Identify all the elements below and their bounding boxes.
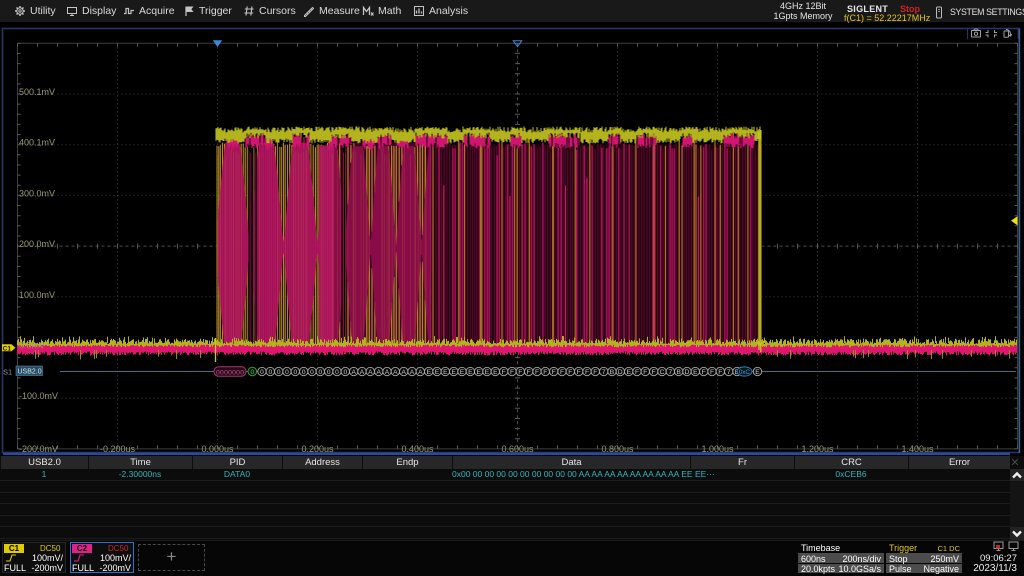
svg-text:F: F [718,369,722,376]
svg-text:0: 0 [327,369,331,376]
svg-text:A: A [393,369,398,376]
svg-text:E: E [626,369,631,376]
svg-text:0.600us: 0.600us [501,444,534,454]
svg-text:F: F [702,369,706,376]
svg-text:E: E [468,369,473,376]
svg-text:D: D [685,369,690,376]
svg-text:0000000: 0000000 [216,369,244,376]
svg-text:USB2.0: USB2.0 [18,369,42,376]
svg-text:F: F [560,369,564,376]
svg-text:F: F [652,369,656,376]
svg-text:0: 0 [268,369,272,376]
svg-text:A: A [360,369,365,376]
svg-text:7: 7 [727,369,731,376]
svg-text:C1: C1 [3,345,12,352]
svg-text:A: A [401,369,406,376]
svg-text:F: F [585,369,589,376]
svg-text:500.1mV: 500.1mV [19,87,55,97]
svg-text:200.0mV: 200.0mV [19,239,55,249]
svg-text:F: F [543,369,547,376]
svg-text:0.800us: 0.800us [601,444,634,454]
svg-text:0: 0 [250,369,254,376]
svg-text:E: E [443,369,448,376]
svg-text:E: E [435,369,440,376]
svg-text:A: A [418,369,423,376]
svg-text:400.1mV: 400.1mV [19,138,55,148]
svg-text:-200.0mV: -200.0mV [19,444,58,454]
svg-text:E: E [426,369,431,376]
svg-text:C: C [660,369,665,376]
svg-text:F: F [518,369,522,376]
svg-text:E: E [693,369,698,376]
svg-text:0.200us: 0.200us [301,444,334,454]
svg-text:A: A [351,369,356,376]
svg-text:0: 0 [293,369,297,376]
svg-text:0: 0 [335,369,339,376]
svg-text:0.400us: 0.400us [401,444,434,454]
svg-text:E: E [476,369,481,376]
svg-text:0xC: 0xC [739,369,751,376]
svg-text:E: E [485,369,490,376]
svg-text:F: F [643,369,647,376]
svg-text:0: 0 [302,369,306,376]
svg-text:E: E [493,369,498,376]
svg-text:F: F [577,369,581,376]
svg-text:0: 0 [260,369,264,376]
svg-text:A: A [376,369,381,376]
svg-text:A: A [368,369,373,376]
svg-text:B: B [676,369,681,376]
svg-text:0: 0 [285,369,289,376]
svg-text:B: B [610,369,615,376]
svg-text:F: F [552,369,556,376]
svg-text:1.400us: 1.400us [901,444,934,454]
svg-text:300.0mV: 300.0mV [19,188,55,198]
svg-text:0: 0 [343,369,347,376]
svg-text:F: F [527,369,531,376]
svg-text:-0.200us: -0.200us [100,444,136,454]
svg-text:1.200us: 1.200us [801,444,834,454]
svg-text:0: 0 [310,369,314,376]
svg-text:E: E [451,369,456,376]
svg-text:1.000us: 1.000us [701,444,734,454]
svg-text:0.000us: 0.000us [201,444,234,454]
svg-text:F: F [593,369,597,376]
svg-text:S1: S1 [3,368,12,377]
svg-text:7: 7 [602,369,606,376]
svg-text:0: 0 [318,369,322,376]
svg-text:100.0mV: 100.0mV [19,290,55,300]
svg-text:-100.0mV: -100.0mV [19,391,58,401]
svg-text:A: A [385,369,390,376]
svg-text:F: F [535,369,539,376]
svg-text:0.0mV: 0.0mV [19,341,45,351]
svg-text:E: E [755,369,760,376]
svg-text:F: F [502,369,506,376]
svg-text:0: 0 [277,369,281,376]
svg-text:F: F [568,369,572,376]
svg-text:F: F [635,369,639,376]
svg-text:D: D [618,369,623,376]
svg-text:E: E [460,369,465,376]
svg-text:7: 7 [668,369,672,376]
svg-text:A: A [410,369,415,376]
svg-text:F: F [710,369,714,376]
svg-text:F: F [510,369,514,376]
